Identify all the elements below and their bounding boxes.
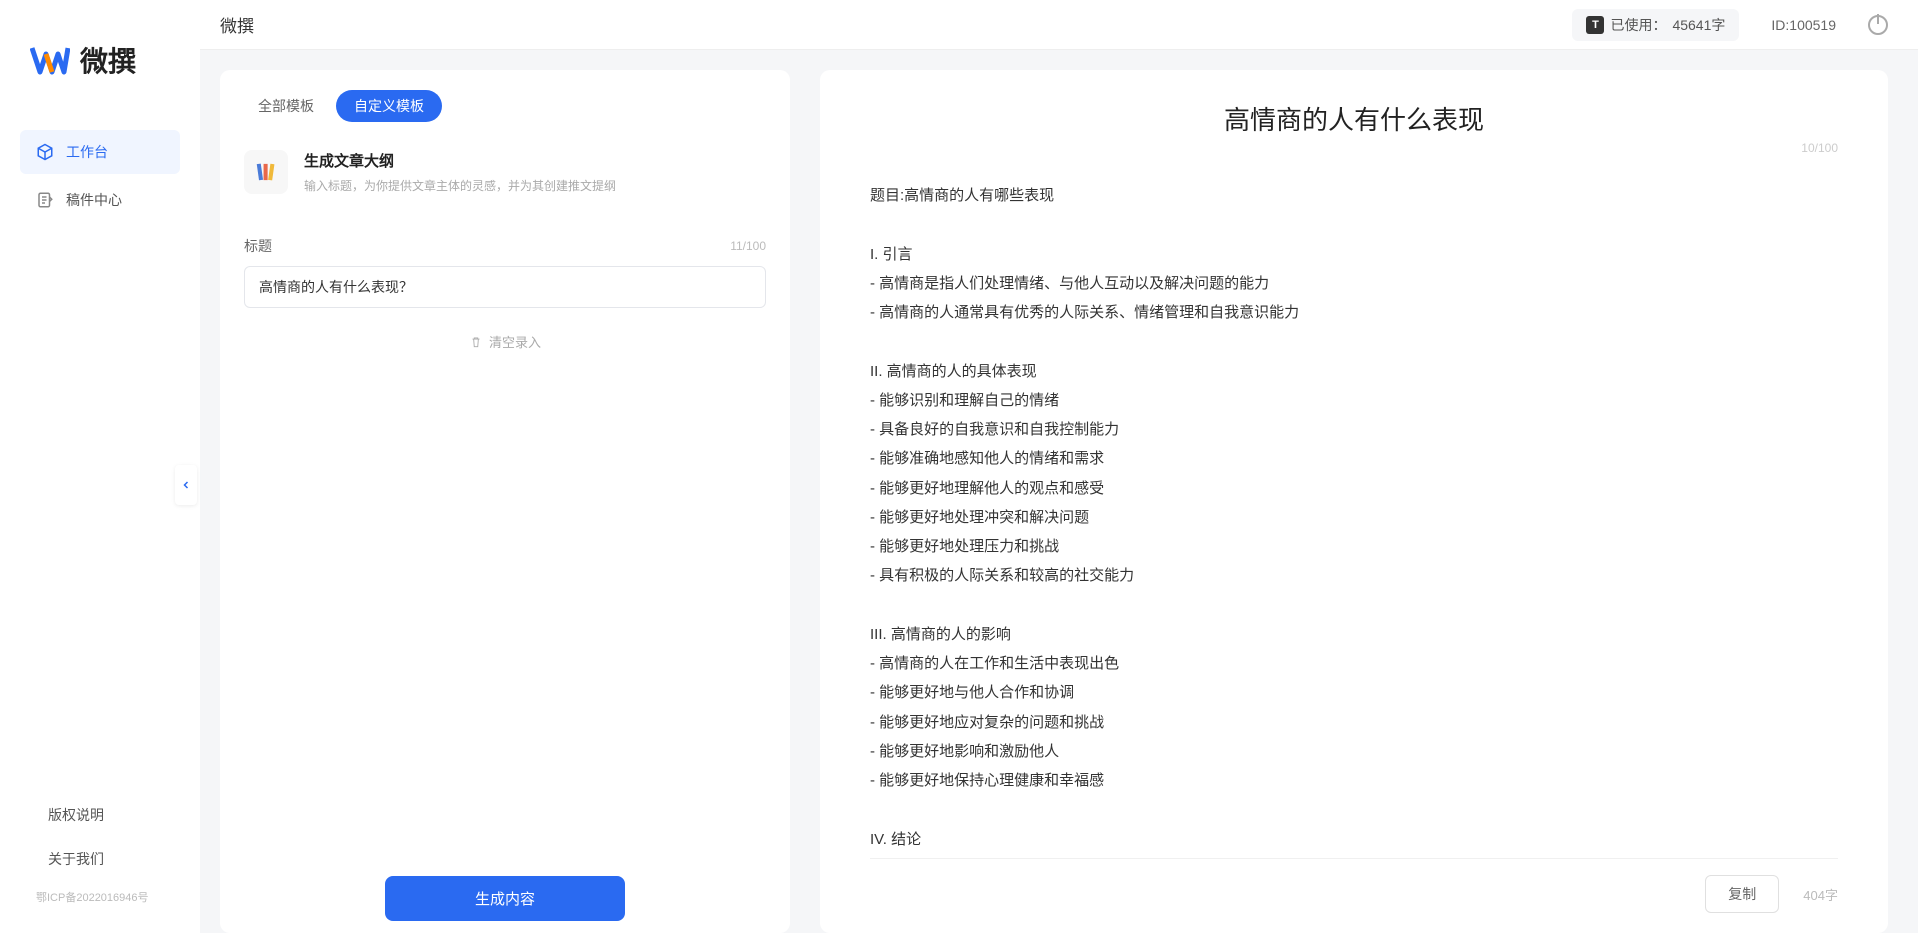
- sidebar-item-about[interactable]: 关于我们: [20, 837, 180, 881]
- title-input[interactable]: [244, 266, 766, 308]
- title-char-count: 11/100: [730, 239, 766, 253]
- sidebar-item-label: 工作台: [66, 142, 108, 162]
- text-icon: T: [1586, 16, 1604, 34]
- title-label: 标题: [244, 236, 272, 256]
- cube-icon: [36, 143, 54, 161]
- template-desc: 输入标题，为你提供文章主体的灵感，并为其创建推文提纲: [304, 177, 616, 194]
- logo-text: 微撰: [80, 40, 136, 80]
- chevron-left-icon: [180, 479, 192, 491]
- output-word-count: 404字: [1803, 885, 1838, 904]
- sidebar-item-copyright[interactable]: 版权说明: [20, 793, 180, 837]
- template-title: 生成文章大纲: [304, 150, 616, 171]
- sidebar-collapse-button[interactable]: [175, 465, 197, 505]
- sidebar-item-workspace[interactable]: 工作台: [20, 130, 180, 174]
- trash-icon: [469, 335, 483, 349]
- left-panel: 全部模板 自定义模板 生成文章大纲 输入标题，为你提供文章主体的灵感，并为其创建…: [220, 70, 790, 933]
- clear-label: 清空录入: [489, 332, 541, 351]
- page-title: 微撰: [220, 12, 254, 37]
- tab-custom-templates[interactable]: 自定义模板: [336, 90, 442, 122]
- sidebar: 微撰 工作台 稿件中心 版权说明 关于我们 鄂ICP备2: [0, 0, 200, 933]
- usage-badge: T 已使用： 45641字: [1572, 9, 1739, 41]
- output-body: 题目:高情商的人有哪些表现 I. 引言 - 高情商是指人们处理情绪、与他人互动以…: [870, 181, 1838, 858]
- sidebar-item-label: 版权说明: [48, 805, 104, 825]
- output-title: 高情商的人有什么表现: [870, 100, 1838, 137]
- right-panel: 高情商的人有什么表现 10/100 题目:高情商的人有哪些表现 I. 引言 - …: [820, 70, 1888, 933]
- sidebar-item-label: 稿件中心: [66, 190, 122, 210]
- user-id: ID:100519: [1771, 17, 1836, 33]
- books-icon: [244, 150, 288, 194]
- logo-icon: [30, 40, 70, 80]
- power-icon[interactable]: [1868, 15, 1888, 35]
- usage-value: 45641字: [1672, 15, 1725, 35]
- sidebar-item-label: 关于我们: [48, 849, 104, 869]
- usage-label: 已使用：: [1610, 15, 1666, 35]
- clear-input-button[interactable]: 清空录入: [244, 308, 766, 375]
- output-title-count: 10/100: [1801, 141, 1838, 155]
- icp-text: 鄂ICP备2022016946号: [20, 881, 180, 913]
- generate-button[interactable]: 生成内容: [385, 876, 625, 921]
- template-card[interactable]: 生成文章大纲 输入标题，为你提供文章主体的灵感，并为其创建推文提纲: [220, 138, 790, 206]
- tab-all-templates[interactable]: 全部模板: [240, 90, 332, 122]
- document-icon: [36, 191, 54, 209]
- sidebar-item-drafts[interactable]: 稿件中心: [20, 178, 180, 222]
- copy-button[interactable]: 复制: [1705, 875, 1779, 913]
- logo[interactable]: 微撰: [0, 30, 200, 130]
